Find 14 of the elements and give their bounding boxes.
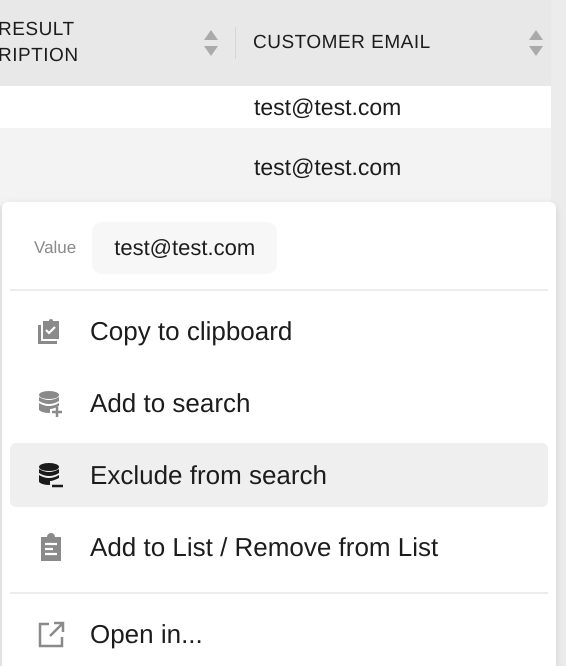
sort-icon[interactable] — [204, 30, 218, 56]
value-chip: test@test.com — [92, 222, 278, 274]
menu-item[interactable]: Add to List / Remove from List — [10, 515, 548, 579]
menu-item[interactable]: Add to search — [10, 371, 548, 435]
sort-icon[interactable] — [529, 30, 543, 56]
menu-item[interactable]: Exclude from search — [10, 443, 548, 507]
table-cell: test@test.com — [254, 154, 402, 180]
table-cell: test@test.com — [254, 94, 402, 120]
external-link-icon — [36, 619, 66, 649]
value-label: Value — [34, 238, 76, 258]
column-header[interactable]: CUSTOMER EMAIL — [253, 30, 431, 56]
menu-item[interactable]: Open in... — [10, 602, 548, 666]
menu-item[interactable]: Copy to clipboard — [10, 299, 548, 363]
database-minus-icon — [36, 460, 66, 490]
